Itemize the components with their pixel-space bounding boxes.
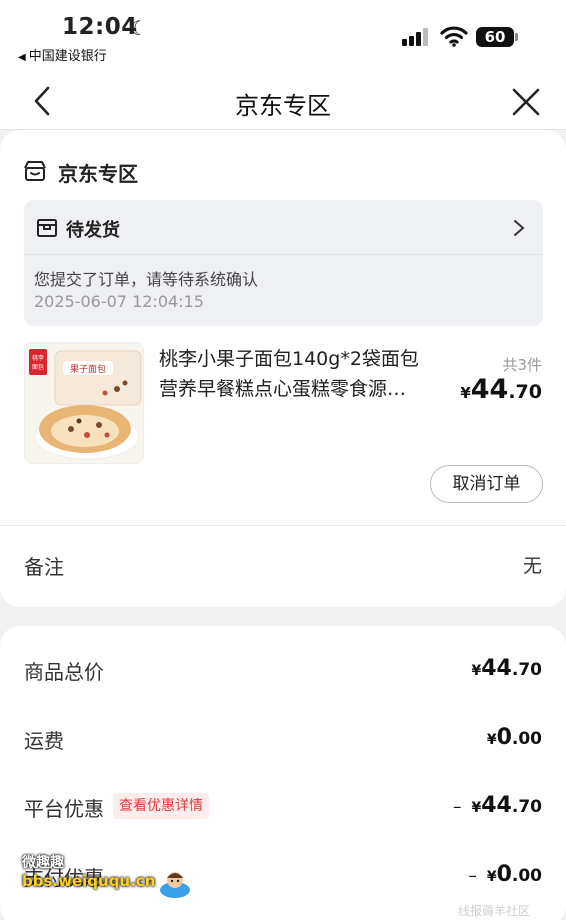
thumb-brand-text-2: 面包 (32, 363, 44, 371)
order-status-panel[interactable]: 待发货 您提交了订单，请等待系统确认 2025-06-07 12:04:15 (24, 200, 543, 326)
order-status-time: 2025-06-07 12:04:15 (34, 292, 204, 311)
bread-image: 桃李 面包 果子面包 (25, 343, 143, 463)
back-to-app-link[interactable]: ◀ 中国建设银行 (18, 45, 107, 64)
order-status-title: 待发货 (66, 220, 120, 241)
note-divider (0, 525, 566, 526)
view-discount-details-link[interactable]: 查看优惠详情 (113, 793, 209, 819)
product-quantity: 共3件 (502, 356, 542, 374)
goods-total-label: 商品总价 (24, 660, 104, 684)
status-bar: 12:04 ☾ ◀ 中国建设银行 60 (0, 0, 566, 72)
order-card: 京东专区 待发货 您提交了订单，请等待系统确认 2025-06-07 12:04… (0, 130, 566, 607)
thumb-brand-text-1: 桃李 (32, 354, 44, 362)
amount-integer: 0 (496, 862, 512, 887)
wifi-icon (440, 26, 468, 47)
minus-sign: – (468, 866, 477, 886)
amount-integer: 0 (496, 725, 512, 750)
product-price: ¥44.70 (460, 374, 542, 405)
shipping-label: 运费 (24, 729, 64, 753)
app-screen: 12:04 ☾ ◀ 中国建设银行 60 京东专区 京东专区 待发货 您提交了订单… (0, 0, 566, 920)
shipping-value: ¥0.00 (487, 725, 542, 750)
price-integer: 44 (470, 374, 509, 405)
page-title: 京东专区 (235, 92, 331, 120)
minus-sign: – (453, 797, 462, 817)
battery-indicator: 60 (476, 27, 518, 47)
watermark-right-text: 线报薅羊社区 (458, 904, 531, 918)
status-divider (24, 254, 543, 255)
shop-name: 京东专区 (58, 162, 138, 186)
platform-discount-value: – ¥44.70 (453, 793, 542, 818)
amount-decimal: .70 (511, 797, 542, 817)
product-name-line2: 营养早餐糕点心蛋糕零食源… (159, 378, 407, 400)
status-time: 12:04 (62, 14, 138, 40)
order-status-message: 您提交了订单，请等待系统确认 (34, 270, 259, 289)
amount-decimal: .00 (511, 866, 542, 886)
currency-symbol: ¥ (486, 869, 497, 885)
amount-integer: 44 (481, 793, 512, 818)
goods-total-value: ¥44.70 (472, 656, 543, 681)
store-icon (24, 161, 46, 181)
payment-discount-value: – ¥0.00 (468, 862, 542, 887)
platform-discount-label: 平台优惠 (24, 797, 104, 821)
note-value: 无 (522, 555, 542, 577)
close-icon[interactable] (510, 86, 542, 118)
back-triangle-icon: ◀ (18, 52, 26, 63)
price-decimal: .70 (508, 381, 542, 403)
chevron-right-icon (514, 220, 525, 236)
watermark-mascot-icon (160, 872, 190, 898)
product-name[interactable]: 桃李小果子面包140g*2袋面包 营养早餐糕点心蛋糕零食源… (159, 344, 441, 404)
amount-integer: 44 (481, 656, 512, 681)
amount-decimal: .00 (511, 729, 542, 749)
thumb-label-text: 果子面包 (70, 363, 106, 375)
currency-symbol: ¥ (471, 800, 482, 816)
cancel-order-button[interactable]: 取消订单 (430, 465, 543, 503)
back-app-label: 中国建设银行 (28, 49, 107, 64)
note-label: 备注 (24, 555, 64, 579)
package-icon (37, 219, 57, 237)
watermark-site: bbs.weiququ.cn (22, 872, 156, 890)
price-currency: ¥ (460, 384, 471, 402)
moon-icon: ☾ (130, 16, 148, 40)
currency-symbol: ¥ (471, 663, 482, 679)
amount-decimal: .70 (511, 660, 542, 680)
product-thumbnail[interactable]: 桃李 面包 果子面包 (24, 342, 144, 464)
cellular-signal-icon (402, 28, 432, 46)
product-name-line1: 桃李小果子面包140g*2袋面包 (159, 348, 419, 370)
watermark-title: 微趣趣 (22, 855, 64, 871)
currency-symbol: ¥ (486, 732, 497, 748)
nav-bar: 京东专区 (0, 72, 566, 130)
watermark-text: 微趣趣 bbs.weiququ.cn (22, 854, 155, 890)
